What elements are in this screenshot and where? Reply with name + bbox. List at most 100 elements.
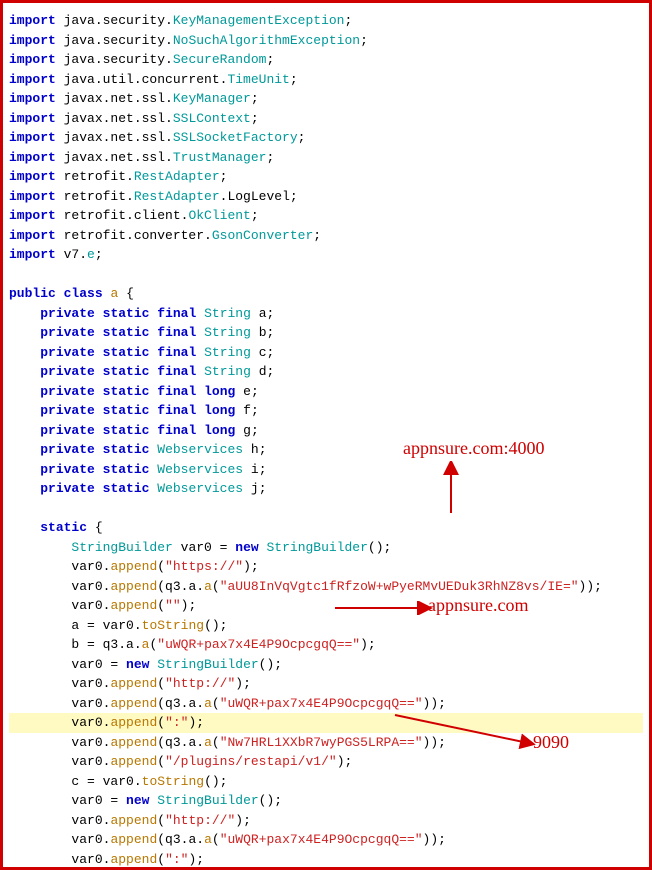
text-token: javax.net.ssl. — [56, 130, 173, 145]
kw-class: class — [64, 286, 103, 301]
text-token — [196, 345, 204, 360]
method-token: a — [204, 832, 212, 847]
text-token: var0. — [71, 696, 110, 711]
code-line: var0.append("/plugins/restapi/v1/"); — [9, 752, 643, 772]
code-line: var0.append(q3.a.a("uWQR+pax7x4E4P9Ocpcg… — [9, 830, 643, 850]
class-name: SecureRandom — [173, 52, 267, 67]
text-token: var0 = — [71, 793, 126, 808]
text-token: javax.net.ssl. — [56, 150, 173, 165]
text-token — [9, 501, 17, 516]
code-line: private static final long f; — [9, 401, 643, 421]
punct-token: ( — [157, 754, 165, 769]
text-token — [9, 306, 40, 321]
code-line: private static Webservices i; — [9, 460, 643, 480]
method-token: a — [204, 696, 212, 711]
class-name: GsonConverter — [212, 228, 313, 243]
text-token: var0. — [71, 676, 110, 691]
type-token: Webservices — [157, 481, 243, 496]
punct-token: ); — [337, 754, 353, 769]
text-token: b = q3.a. — [71, 637, 141, 652]
kw-static: static — [103, 462, 150, 477]
semicolon: ; — [360, 33, 368, 48]
kw-final: final — [157, 384, 196, 399]
punct-token: (); — [368, 540, 391, 555]
class-token: StringBuilder — [71, 540, 172, 555]
semicolon: ; — [251, 423, 259, 438]
text-token: java.security. — [56, 52, 173, 67]
semicolon: ; — [251, 208, 259, 223]
text-token — [9, 813, 71, 828]
punct-token: (); — [259, 793, 282, 808]
semicolon: ; — [267, 345, 275, 360]
text-token — [9, 520, 40, 535]
punct-token: )); — [423, 735, 446, 750]
text-token: var0. — [71, 598, 110, 613]
code-line: import retrofit.converter.GsonConverter; — [9, 226, 643, 246]
text-token — [9, 384, 40, 399]
kw-private: private — [40, 306, 95, 321]
code-line: private static Webservices j; — [9, 479, 643, 499]
code-line: private static final String c; — [9, 343, 643, 363]
text-token: v7. — [56, 247, 87, 262]
kw-static: static — [103, 481, 150, 496]
semicolon: ; — [290, 72, 298, 87]
text-token: var0. — [71, 559, 110, 574]
class-name: NoSuchAlgorithmException — [173, 33, 360, 48]
punct-token: )); — [579, 579, 602, 594]
text-token: var0. — [71, 715, 110, 730]
punct-token: ); — [188, 852, 204, 867]
kw-final: final — [157, 306, 196, 321]
semicolon: ; — [266, 150, 274, 165]
method-token: append — [110, 813, 157, 828]
text-token — [95, 403, 103, 418]
punct-token: ( — [212, 696, 220, 711]
text-token — [9, 579, 71, 594]
text-token — [243, 442, 251, 457]
code-line: var0.append("http://"); — [9, 674, 643, 694]
text-token: retrofit.client. — [56, 208, 189, 223]
text-token — [9, 423, 40, 438]
semicolon: ; — [266, 52, 274, 67]
kw-import: import — [9, 130, 56, 145]
text-token — [251, 345, 259, 360]
semicolon: ; — [267, 325, 275, 340]
punct-token: ); — [243, 559, 259, 574]
class-name: TrustManager — [173, 150, 267, 165]
code-line: a = var0.toString(); — [9, 616, 643, 636]
text-token — [9, 832, 71, 847]
punct-token: ( — [212, 735, 220, 750]
semicolon: ; — [259, 481, 267, 496]
string-literal: "Nw7HRL1XXbR7wyPGS5LRPA==" — [220, 735, 423, 750]
text-token — [9, 364, 40, 379]
code-line: import javax.net.ssl.SSLSocketFactory; — [9, 128, 643, 148]
kw-private: private — [40, 481, 95, 496]
method-token: toString — [142, 774, 204, 789]
method-token: append — [110, 715, 157, 730]
string-literal: "http://" — [165, 676, 235, 691]
text-token — [9, 325, 40, 340]
text-token — [9, 637, 71, 652]
kw-static: static — [103, 423, 150, 438]
punct-token: (q3.a. — [157, 735, 204, 750]
semicolon: ; — [313, 228, 321, 243]
method-token: append — [110, 559, 157, 574]
text-token — [243, 481, 251, 496]
code-line: var0.append(q3.a.a("uWQR+pax7x4E4P9Ocpcg… — [9, 694, 643, 714]
kw-final: final — [157, 403, 196, 418]
method-token: a — [204, 579, 212, 594]
code-line: private static final String b; — [9, 323, 643, 343]
kw-private: private — [40, 423, 95, 438]
punct-token: (q3.a. — [157, 832, 204, 847]
code-line: import java.security.KeyManagementExcept… — [9, 11, 643, 31]
text-token — [95, 462, 103, 477]
text-token: retrofit. — [56, 189, 134, 204]
kw-import: import — [9, 150, 56, 165]
semicolon: ; — [259, 462, 267, 477]
code-frame: import java.security.KeyManagementExcept… — [0, 0, 652, 870]
code-line: import retrofit.RestAdapter; — [9, 167, 643, 187]
text-token: { — [87, 520, 103, 535]
class-token: StringBuilder — [157, 793, 258, 808]
text-token — [9, 696, 71, 711]
code-line: import java.util.concurrent.TimeUnit; — [9, 70, 643, 90]
field-name: h — [251, 442, 259, 457]
